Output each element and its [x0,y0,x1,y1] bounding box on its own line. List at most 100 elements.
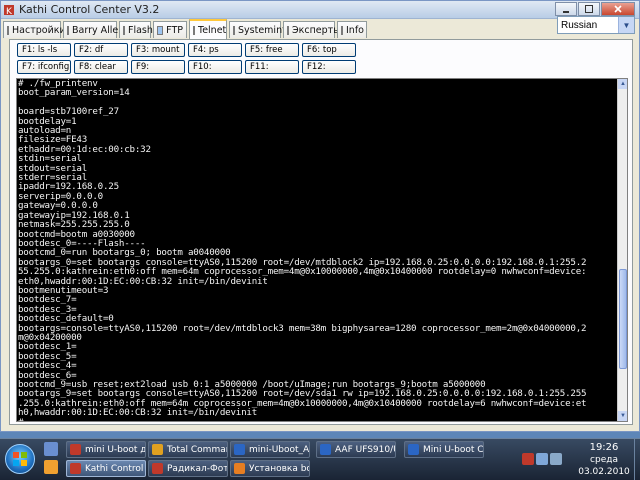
tab-experts[interactable]: Эксперты [283,21,341,38]
experts-icon [287,25,289,35]
clock-date: 03.02.2010 [578,467,630,477]
settings-icon [7,25,9,35]
clock[interactable]: 19:26 среда 03.02.2010 [572,442,636,478]
taskbar-button-label: Радикал-Фото 2.6 [R... [167,463,228,474]
taskbar-button-label: AAF UFS910/UFS... [335,444,395,455]
tab-label: Telnet [198,24,227,36]
tab-settings[interactable]: Настройки [3,21,66,38]
taskbar-button-label: Установка bootargs ... [249,463,309,474]
tab-info[interactable]: Info [337,21,367,38]
title-bar[interactable]: K Kathi Control Center V3.2 [1,1,639,19]
scroll-down-icon[interactable]: ▼ [618,411,627,421]
fkey-f11-button[interactable]: F11: [245,60,299,74]
console-line: stdin=serial [18,153,82,165]
taskbar-button[interactable]: AAF UFS910/UFS... [316,441,396,458]
console-scrollbar[interactable]: ▲ ▼ [617,79,627,421]
fkey-f12-button[interactable]: F12: [302,60,356,74]
maximize-button[interactable] [578,1,600,16]
console-line: eth0,hwaddr:00:1D:EC:00:CB:32 init=/bin/… [18,275,268,287]
telnet-console[interactable]: # ./fw_printenv boot_param_version=14 boa… [16,78,628,422]
tab-label: FTP [166,24,183,36]
network-icon[interactable] [550,453,562,465]
console-line: bootdesc_1= [18,341,77,353]
minimize-icon [563,10,569,13]
chevron-down-icon[interactable]: ▼ [618,17,634,33]
fkey-f8-button[interactable]: F8: clear [74,60,128,74]
browser-icon[interactable] [44,460,58,474]
console-line: stdout=serial [18,162,88,174]
taskbar-button-label: Total Commande... [167,444,227,455]
ftp-icon [157,25,164,35]
app-icon [234,463,245,474]
taskbar-button[interactable]: Total Commande... [148,441,228,458]
tab-label: Эксперты [292,24,341,36]
app-icon [152,463,163,474]
taskbar: mini U-boot для ... Total Commande... mini… [0,438,640,480]
app-icon [70,444,81,455]
console-line: bootdesc_7= [18,294,77,306]
antivirus-icon[interactable] [522,453,534,465]
taskbar-button[interactable]: Установка bootargs ... [230,460,310,477]
fkey-f4-button[interactable]: F4: ps [188,43,242,57]
flash-icon [123,25,125,35]
console-line: serverip=0.0.0.0 [18,190,103,202]
app-icon [234,444,245,455]
console-line: bootmenutimeout=3 [18,284,109,296]
fkey-f6-button[interactable]: F6: top [302,43,356,57]
fkey-f1-button[interactable]: F1: ls -ls [17,43,71,57]
console-line: ipaddr=192.168.0.25 [18,181,119,193]
taskbar-button-label: Mini U-boot Cont... [423,444,484,455]
quick-launch [44,442,58,474]
fkey-f3-button[interactable]: F3: mount [131,43,185,57]
tab-flash[interactable]: Flash [119,21,153,38]
tab-ftp[interactable]: FTP [153,21,187,38]
app-icon [70,463,81,474]
close-icon [614,4,622,13]
scroll-up-icon[interactable]: ▲ [618,79,627,89]
close-button[interactable] [601,1,635,16]
minimize-button[interactable] [555,1,577,16]
console-line: m@0x04200000 [18,331,82,343]
console-line: bootdelay=1 [18,115,77,127]
taskbar-button[interactable]: Kathi Control Center ... [66,460,146,477]
maximize-icon [585,4,593,13]
function-key-bar: F1: ls -ls F2: df F3: mount F4: ps F5: f… [17,43,627,77]
tab-label: Flash [128,24,153,36]
app-icon [408,444,419,455]
console-output[interactable]: # ./fw_printenv boot_param_version=14 boa… [18,79,618,421]
show-desktop-icon[interactable] [44,442,58,456]
fkey-f2-button[interactable]: F2: df [74,43,128,57]
show-desktop-button[interactable] [634,439,640,480]
tab-label: Barry Allen [72,24,125,36]
user-icon [67,25,69,35]
fkey-f10-button[interactable]: F10: [188,60,242,74]
tab-label: Info [346,24,364,36]
fkey-f5-button[interactable]: F5: free [245,43,299,57]
taskbar-button-label: mini U-boot для ... [85,444,146,455]
app-icon: K [4,4,14,16]
console-line: boot_param_version=14 [18,87,130,99]
scroll-thumb[interactable] [619,269,627,369]
taskbar-button-label: mini-Uboot_AAF ... [249,444,310,455]
taskbar-button[interactable]: mini-Uboot_AAF ... [230,441,310,458]
fkey-f9-button[interactable]: F9: [131,60,185,74]
info-system-icon [233,25,235,35]
tab-telnet[interactable]: Telnet [189,19,227,39]
taskbar-button[interactable]: mini U-boot для ... [66,441,146,458]
app-icon [320,444,331,455]
language-select[interactable]: Russian ▼ [557,16,635,34]
console-line: # [18,417,618,421]
app-icon [152,444,163,455]
app-window: K Kathi Control Center V3.2 Настройки Ba… [0,0,640,432]
telnet-panel: F1: ls -ls F2: df F3: mount F4: ps F5: f… [9,39,633,425]
taskbar-button[interactable]: Mini U-boot Cont... [404,441,484,458]
taskbar-button-label: Kathi Control Center ... [85,463,145,474]
tab-systeminfo[interactable]: Systeminfo [229,21,291,38]
start-button[interactable] [2,440,38,478]
console-line: bootdesc_5= [18,350,77,362]
tab-barry-allen[interactable]: Barry Allen [63,21,124,38]
volume-icon[interactable] [536,453,548,465]
taskbar-button[interactable]: Радикал-Фото 2.6 [R... [148,460,228,477]
info-icon [341,25,343,35]
fkey-f7-button[interactable]: F7: ifconfig [17,60,71,74]
